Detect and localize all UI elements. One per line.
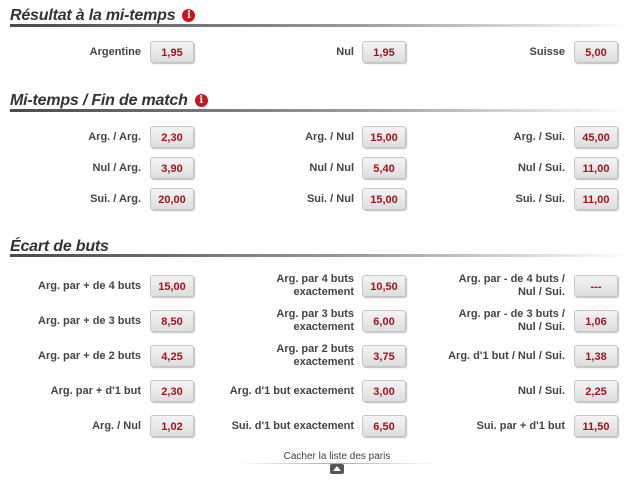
bet-label: Sui. / Arg. (90, 192, 141, 205)
odds-button[interactable]: 3,75 (362, 345, 406, 367)
odds-button[interactable]: 15,00 (362, 188, 406, 210)
hide-bets-link[interactable]: Cacher la liste des paris (237, 451, 437, 462)
odds-button[interactable]: 15,00 (150, 275, 194, 297)
bet-label: Arg. / Nul (305, 130, 354, 143)
odds-button[interactable]: 1,38 (574, 345, 618, 367)
odds-button[interactable]: 10,50 (362, 275, 406, 297)
odds-button[interactable]: 6,50 (362, 415, 406, 437)
bet-label: Suisse (529, 45, 565, 58)
bet-label: Arg. / Arg. (88, 130, 141, 143)
info-icon[interactable]: i (182, 9, 196, 22)
odds-button[interactable]: 3,90 (150, 157, 194, 179)
bet-label: Argentine (89, 45, 141, 58)
bet-label: Sui. / Sui. (515, 192, 565, 205)
section-title-halftime: Résultat à la mi-temps i (10, 7, 196, 25)
bet-label: Nul / Sui. (517, 161, 565, 174)
bet-label: Arg. par 3 buts exactement (276, 308, 354, 333)
odds-button[interactable]: 15,00 (362, 126, 406, 148)
bet-label: Nul (336, 45, 354, 58)
bet-label: Arg. par + de 3 buts (38, 314, 141, 327)
bet-label: Arg. par + de 2 buts (38, 349, 141, 362)
bet-label: Arg. par 4 buts exactement (276, 273, 354, 298)
section-title-halftime-text: Résultat à la mi-temps (10, 7, 176, 24)
bet-label: Sui. par + d'1 but (476, 419, 566, 432)
odds-button[interactable]: 1,06 (574, 310, 618, 332)
arrow-up-icon[interactable] (330, 464, 344, 474)
bet-label: Arg. d'1 but / Nul / Sui. (448, 349, 565, 362)
section-divider (10, 109, 632, 112)
odds-button[interactable]: 2,25 (574, 380, 618, 402)
odds-button[interactable]: 1,95 (150, 41, 194, 63)
bet-label: Nul / Arg. (92, 161, 141, 174)
odds-button[interactable]: 3,00 (362, 380, 406, 402)
odds-button[interactable]: 5,40 (362, 157, 406, 179)
odds-button[interactable]: 11,00 (574, 157, 618, 179)
section-title-htft: Mi-temps / Fin de match i (10, 92, 208, 110)
bet-label: Arg. par + d'1 but (50, 384, 141, 397)
section-divider (10, 254, 632, 257)
bet-label: Arg. d'1 but exactement (229, 384, 354, 397)
bet-label: Arg. / Nul (92, 419, 141, 432)
section-title-htft-text: Mi-temps / Fin de match (10, 92, 188, 109)
bet-label: Sui. / Nul (306, 192, 354, 205)
section-divider (10, 24, 632, 27)
odds-button[interactable]: 2,30 (150, 380, 194, 402)
odds-button[interactable]: 45,00 (574, 126, 618, 148)
odds-button[interactable]: 1,95 (362, 41, 406, 63)
bet-label: Sui. d'1 but exactement (231, 419, 354, 432)
section-title-margin-text: Écart de buts (10, 238, 109, 255)
odds-button[interactable]: 11,50 (574, 415, 618, 437)
bet-label: Arg. par + de 4 buts (38, 279, 141, 292)
odds-button[interactable]: 20,00 (150, 188, 194, 210)
odds-button[interactable]: 5,00 (574, 41, 618, 63)
odds-button[interactable]: 2,30 (150, 126, 194, 148)
bet-label: Arg. / Sui. (513, 130, 565, 143)
bet-label: Arg. par - de 4 buts / Nul / Sui. (458, 273, 565, 298)
info-icon[interactable]: i (194, 94, 208, 107)
bet-label: Nul / Sui. (517, 384, 565, 397)
odds-button[interactable]: 11,00 (574, 188, 618, 210)
odds-button[interactable]: 8,50 (150, 310, 194, 332)
odds-button[interactable]: 1,02 (150, 415, 194, 437)
odds-button[interactable]: 6,00 (362, 310, 406, 332)
bet-label: Arg. par 2 buts exactement (276, 343, 354, 368)
bet-label: Nul / Nul (309, 161, 354, 174)
odds-button[interactable]: --- (574, 275, 618, 297)
bet-label: Arg. par - de 3 buts / Nul / Sui. (458, 308, 565, 333)
odds-button[interactable]: 4,25 (150, 345, 194, 367)
